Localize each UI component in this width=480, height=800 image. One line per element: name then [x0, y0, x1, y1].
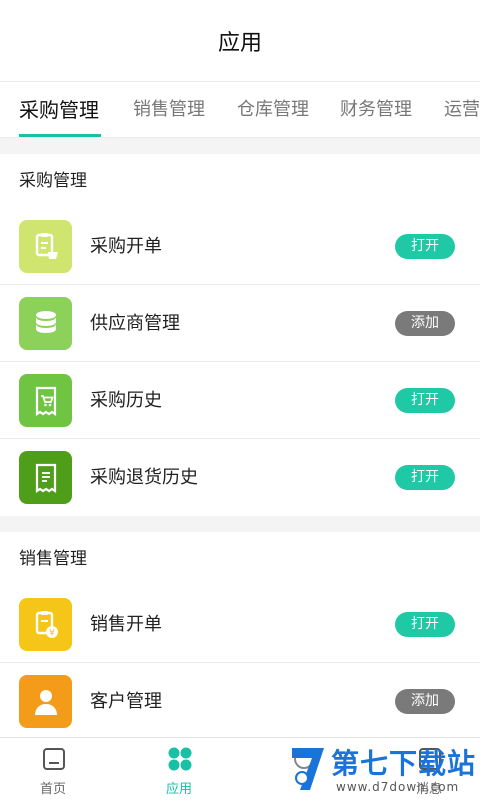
home-icon: [41, 746, 67, 772]
watermark-logo-icon: [288, 746, 328, 792]
tab-warehouse[interactable]: 仓库管理: [237, 82, 309, 137]
watermark-url: www.d7down.com: [336, 780, 460, 794]
tab-operations[interactable]: 运营: [444, 82, 480, 137]
list-item-customer-management[interactable]: 客户管理 添加: [0, 663, 480, 740]
app-header: 应用: [0, 0, 480, 82]
list-item-label: 客户管理: [90, 691, 162, 712]
open-button[interactable]: 打开: [395, 234, 455, 259]
watermark-title: 第七下载站: [331, 747, 477, 780]
list-item-purchase-order[interactable]: 采购开单 打开: [0, 208, 480, 285]
list-item-label: 采购历史: [90, 390, 162, 411]
tab-finance[interactable]: 财务管理: [340, 82, 412, 137]
list-item-label: 采购开单: [90, 236, 162, 257]
bottom-navigation: 首页 应用 消息 第七下载站 www.d7down.com: [0, 737, 480, 800]
nav-label: 应用: [165, 782, 192, 797]
cart-receipt-icon: [19, 374, 72, 427]
list-item-sales-order[interactable]: ¥ 销售开单 打开: [0, 586, 480, 663]
page-title: 应用: [217, 30, 262, 56]
supplier-database-icon: [19, 297, 72, 350]
nav-label: 首页: [39, 782, 66, 797]
add-button[interactable]: 添加: [395, 689, 455, 714]
list-item-label: 采购退货历史: [90, 467, 198, 488]
active-tab-indicator: [19, 134, 101, 137]
customer-icon: [19, 675, 72, 728]
category-tabs: 采购管理 销售管理 仓库管理 财务管理 运营: [0, 82, 480, 138]
nav-apps[interactable]: 应用: [131, 738, 227, 800]
svg-text:¥: ¥: [49, 628, 55, 638]
section-title-sales: 销售管理: [19, 549, 87, 569]
list-item-purchase-return-history[interactable]: 采购退货历史 打开: [0, 439, 480, 516]
section-divider: [0, 138, 480, 154]
open-button[interactable]: 打开: [395, 388, 455, 413]
open-button[interactable]: 打开: [395, 612, 455, 637]
tab-purchase[interactable]: 采购管理: [19, 82, 99, 137]
apps-icon: [167, 746, 193, 772]
open-button[interactable]: 打开: [395, 465, 455, 490]
list-item-purchase-history[interactable]: 采购历史 打开: [0, 362, 480, 439]
sales-order-icon: ¥: [19, 598, 72, 651]
list-item-label: 销售开单: [90, 614, 162, 635]
add-button[interactable]: 添加: [395, 311, 455, 336]
purchase-order-icon: [19, 220, 72, 273]
list-item-label: 供应商管理: [90, 313, 180, 334]
section-divider: [0, 516, 480, 532]
section-title-purchase: 采购管理: [19, 171, 87, 191]
tab-sales[interactable]: 销售管理: [133, 82, 205, 137]
nav-home[interactable]: 首页: [5, 738, 101, 800]
watermark: 第七下载站 www.d7down.com: [284, 738, 480, 800]
list-item-supplier-management[interactable]: 供应商管理 添加: [0, 285, 480, 362]
return-receipt-icon: [19, 451, 72, 504]
